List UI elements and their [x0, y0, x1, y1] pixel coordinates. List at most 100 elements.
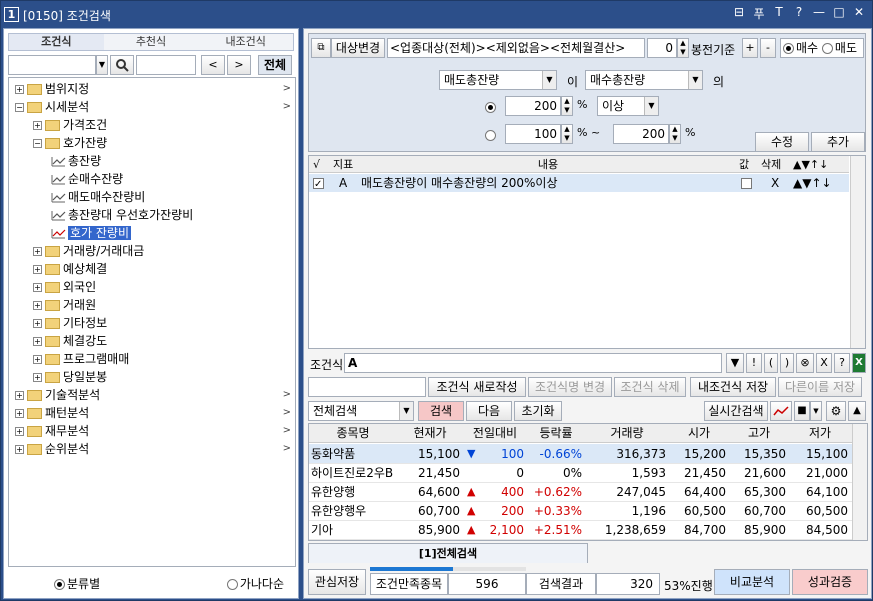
collapse-icon[interactable]: −	[15, 103, 24, 112]
buy-sell-toggle[interactable]: 매수 매도	[780, 38, 864, 58]
results-col-header[interactable]: 시가	[669, 424, 729, 442]
expand-icon[interactable]: +	[33, 283, 42, 292]
line-chart-icon[interactable]	[770, 401, 792, 421]
tree-item[interactable]: + 프로그램매매	[33, 350, 295, 368]
search-scope-select[interactable]: 전체검색 ▼	[308, 401, 414, 421]
value2-input[interactable]: 100	[505, 124, 561, 144]
tree-item[interactable]: + 기타정보	[33, 314, 295, 332]
results-col-header[interactable]: 저가	[789, 424, 851, 442]
table-row[interactable]: 동화약품 15,100 ▼ 100 -0.66% 316,373 15,200 15,350 1…	[309, 444, 852, 464]
tree-item[interactable]: 매도매수잔량비	[51, 188, 295, 206]
results-col-header[interactable]: 고가	[729, 424, 789, 442]
tab-recommended[interactable]: 추천식	[103, 34, 199, 50]
results-col-header[interactable]: 거래량	[585, 424, 669, 442]
target-text-field[interactable]: <업종대상(전체)><제외없음><전체월결산>	[387, 38, 645, 58]
expand-icon[interactable]: +	[33, 319, 42, 328]
value2-stepper[interactable]: ▲ ▼	[561, 124, 573, 144]
save-my-formula-button[interactable]: 내조건식 저장	[690, 377, 776, 397]
text-icon[interactable]: T	[772, 5, 786, 22]
tree-search-input[interactable]	[8, 55, 96, 75]
tab-my-condition[interactable]: 내조건식	[198, 34, 294, 50]
formula-op-help[interactable]: ?	[834, 353, 850, 373]
op1-select[interactable]: 이상 ▼	[597, 96, 659, 116]
tree-item[interactable]: 순매수잔량	[51, 170, 295, 188]
expand-icon[interactable]: +	[15, 427, 24, 436]
value1-input[interactable]: 200	[505, 96, 561, 116]
expand-icon[interactable]: +	[33, 337, 42, 346]
results-col-header[interactable]: 종목명	[309, 424, 397, 442]
add-button[interactable]: 추가	[811, 132, 865, 152]
expand-icon[interactable]: +	[33, 121, 42, 130]
expand-icon[interactable]: +	[33, 373, 42, 382]
pin-icon[interactable]: 푸	[752, 5, 766, 22]
results-col-header[interactable]: 전일대비	[463, 424, 527, 442]
formula-op-lparen[interactable]: (	[764, 353, 778, 373]
option1-radio[interactable]	[485, 100, 498, 114]
next-button[interactable]: >	[227, 55, 251, 75]
table-row[interactable]: 유한양행우 60,700 ▲ 200 +0.33% 1,196 60,500 60,700 60…	[309, 501, 852, 521]
delete-formula-button[interactable]: 조건식 삭제	[614, 377, 686, 397]
maximize-icon[interactable]: □	[832, 5, 846, 22]
condition-scrollbar[interactable]	[850, 156, 865, 348]
field2-select[interactable]: 매수총잔량 ▼	[585, 70, 703, 90]
row-delete-button[interactable]: X	[771, 174, 779, 192]
gear-icon[interactable]: ⚙	[826, 401, 846, 421]
expand-icon[interactable]: +	[15, 445, 24, 454]
help-icon[interactable]: ?	[792, 5, 806, 22]
tree-item[interactable]: + 당일분봉	[33, 368, 295, 386]
expand-icon[interactable]: +	[33, 247, 42, 256]
formula-input[interactable]: A	[344, 353, 722, 373]
chevron-down-icon[interactable]: ▼	[810, 401, 822, 421]
target-icon[interactable]: ⧉	[311, 38, 331, 58]
sort-by-name[interactable]: 가나다순	[226, 575, 284, 592]
reset-button[interactable]: 초기화	[514, 401, 562, 421]
row-checkbox[interactable]	[313, 174, 324, 192]
formula-op-x[interactable]: X	[816, 353, 832, 373]
formula-op-xor[interactable]: ⊗	[796, 353, 814, 373]
tree-item[interactable]: + 체결강도	[33, 332, 295, 350]
tree-item[interactable]: − 호가잔량	[33, 134, 295, 152]
formula-op-rparen[interactable]: )	[780, 353, 794, 373]
minus-button[interactable]: -	[760, 38, 776, 58]
tree-item[interactable]: + 예상체결	[33, 260, 295, 278]
tab-condition[interactable]: 조건식	[9, 34, 104, 50]
excel-icon[interactable]: X	[852, 353, 866, 373]
close-icon[interactable]: ✕	[852, 5, 866, 22]
next-result-button[interactable]: 다음	[466, 401, 512, 421]
value3-input[interactable]: 200	[613, 124, 669, 144]
tree-item[interactable]: + 가격조건	[33, 116, 295, 134]
tree-item[interactable]: + 순위분석 >	[15, 440, 295, 458]
field1-select[interactable]: 매도총잔량 ▼	[439, 70, 557, 90]
expand-icon[interactable]: +	[33, 355, 42, 364]
results-col-header[interactable]: 현재가	[397, 424, 463, 442]
all-button[interactable]: 전체	[258, 55, 292, 75]
verify-button[interactable]: 성과검증	[792, 569, 868, 595]
expand-icon[interactable]: +	[15, 391, 24, 400]
table-row[interactable]: 유한양행 64,600 ▲ 400 +0.62% 247,045 64,400 65,300 6…	[309, 482, 852, 502]
sort-by-category[interactable]: 분류별	[54, 575, 100, 592]
tree-item[interactable]: − 시세분석 >	[15, 98, 295, 116]
chevron-up-icon[interactable]: ▲	[848, 401, 866, 421]
chevron-down-icon[interactable]: ▼	[96, 55, 108, 75]
expand-icon[interactable]: +	[33, 265, 42, 274]
edit-button[interactable]: 수정	[755, 132, 809, 152]
expand-icon[interactable]: +	[15, 85, 24, 94]
value3-stepper[interactable]: ▲ ▼	[669, 124, 681, 144]
bong-value-input[interactable]: 0	[647, 38, 677, 58]
target-change-button[interactable]: 대상변경	[331, 38, 385, 58]
prev-button[interactable]: <	[201, 55, 225, 75]
tree-item[interactable]: + 기술적분석 >	[15, 386, 295, 404]
expand-icon[interactable]: +	[15, 409, 24, 418]
tree-item[interactable]: + 외국인	[33, 278, 295, 296]
search-icon[interactable]	[110, 55, 134, 75]
row-value-checkbox[interactable]	[741, 174, 752, 192]
collapse-icon[interactable]: −	[33, 139, 42, 148]
tree-item[interactable]: 총잔량대 우선호가잔량비	[51, 206, 295, 224]
stop-icon[interactable]: ■	[794, 401, 810, 421]
new-formula-button[interactable]: 조건식 새로작성	[428, 377, 526, 397]
row-move-buttons[interactable]: ▲▼↑↓	[793, 174, 832, 192]
formula-name-input[interactable]	[308, 377, 426, 397]
realtime-search-button[interactable]: 실시간검색	[704, 401, 768, 421]
value1-stepper[interactable]: ▲ ▼	[561, 96, 573, 116]
bong-stepper[interactable]: ▲ ▼	[677, 38, 689, 58]
